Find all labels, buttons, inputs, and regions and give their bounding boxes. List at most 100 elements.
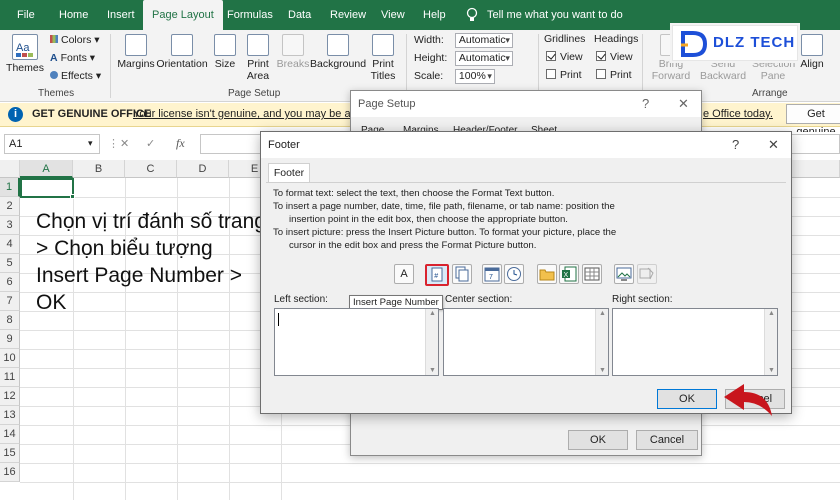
colors-button[interactable]: Colors ▾	[50, 34, 100, 46]
tab-home[interactable]: Home	[50, 0, 97, 30]
view-label: View	[610, 51, 633, 63]
tab-file[interactable]: File	[8, 0, 44, 30]
gridlines-view-checkbox[interactable]: View	[546, 51, 583, 63]
print-area-button[interactable]: Print Area	[242, 34, 274, 82]
margins-button[interactable]: Margins	[116, 34, 156, 70]
footer-close-icon[interactable]: ✕	[768, 137, 779, 153]
footer-help-icon[interactable]: ?	[732, 137, 739, 152]
right-section-label: Right section:	[612, 294, 673, 305]
row-header[interactable]: 8	[0, 311, 20, 330]
message-link[interactable]: Your license isn't genuine, and you may …	[133, 108, 382, 120]
tab-help[interactable]: Help	[414, 0, 455, 30]
tab-data[interactable]: Data	[279, 0, 320, 30]
row-header[interactable]: 13	[0, 406, 20, 425]
fonts-label: Fonts	[60, 52, 87, 64]
select-all-corner[interactable]	[0, 160, 20, 178]
insert-time-button[interactable]	[504, 264, 524, 284]
row-header[interactable]: 2	[0, 197, 20, 216]
tell-me-search[interactable]: Tell me what you want to do	[487, 0, 623, 30]
background-button[interactable]: Background	[310, 34, 366, 70]
row-header[interactable]: 1	[0, 178, 20, 197]
print-titles-icon	[372, 34, 394, 56]
get-genuine-button[interactable]: Get genuine	[786, 104, 840, 138]
row-header[interactable]: 9	[0, 330, 20, 349]
headings-print-checkbox[interactable]: Print	[596, 69, 632, 81]
row-header[interactable]: 5	[0, 254, 20, 273]
footer-ok-button[interactable]: OK	[657, 389, 717, 409]
row-header[interactable]: 15	[0, 444, 20, 463]
cancel-icon[interactable]: ✕	[120, 137, 129, 150]
footer-tab[interactable]: Footer	[268, 163, 310, 183]
tab-page-layout[interactable]: Page Layout	[143, 0, 223, 30]
group-separator	[538, 34, 539, 98]
headings-view-checkbox[interactable]: View	[596, 51, 633, 63]
insert-file-name-button[interactable]: X	[559, 264, 579, 284]
insert-file-path-button[interactable]	[537, 264, 557, 284]
row-header[interactable]: 11	[0, 368, 20, 387]
row-header[interactable]: 6	[0, 273, 20, 292]
orientation-button[interactable]: Orientation	[156, 34, 208, 70]
name-box[interactable]: A1	[4, 134, 100, 154]
row-header[interactable]: 4	[0, 235, 20, 254]
gridlines-print-checkbox[interactable]: Print	[546, 69, 582, 81]
enter-icon[interactable]: ✓	[146, 137, 155, 150]
row-header[interactable]: 3	[0, 216, 20, 235]
background-icon	[327, 34, 349, 56]
page-setup-close-icon[interactable]: ✕	[678, 96, 689, 112]
page-setup-help-icon[interactable]: ?	[642, 96, 649, 111]
row-header[interactable]: 14	[0, 425, 20, 444]
tab-formulas[interactable]: Formulas	[218, 0, 282, 30]
print-titles-button[interactable]: Print Titles	[368, 34, 398, 82]
instruction-line: To format text: select the text, then ch…	[273, 188, 555, 199]
align-button[interactable]: Align	[798, 34, 826, 70]
column-header-a[interactable]: A	[20, 160, 73, 178]
instruction-line: cursor in the edit box and press the For…	[289, 240, 537, 251]
tab-review[interactable]: Review	[321, 0, 375, 30]
text-cursor	[278, 313, 279, 326]
page-setup-ok-button[interactable]: OK	[568, 430, 628, 450]
column-header-b[interactable]: B	[73, 160, 125, 178]
format-picture-button[interactable]	[637, 264, 657, 284]
active-cell-a1[interactable]	[20, 178, 74, 198]
fx-icon[interactable]: fx	[176, 136, 185, 151]
height-row: Height: Automatic	[414, 51, 513, 66]
insert-sheet-name-button[interactable]	[582, 264, 602, 284]
height-label: Height:	[414, 52, 448, 65]
size-button[interactable]: Size	[210, 34, 240, 70]
row-header[interactable]: 10	[0, 349, 20, 368]
format-text-button[interactable]: A	[394, 264, 414, 284]
left-section-scrollbar[interactable]: ▲ ▼	[425, 309, 438, 375]
effects-button[interactable]: Effects ▾	[50, 70, 101, 82]
column-header-d[interactable]: D	[177, 160, 229, 178]
center-section-input[interactable]: ▲ ▼	[443, 308, 609, 376]
insert-picture-button[interactable]	[614, 264, 634, 284]
width-select[interactable]: Automatic	[454, 33, 513, 48]
height-select[interactable]: Automatic	[454, 51, 513, 66]
themes-button[interactable]: Aa Themes	[6, 34, 44, 74]
message-link-right[interactable]: e Office today.	[703, 108, 773, 120]
row-header[interactable]: 16	[0, 463, 20, 482]
page-setup-cancel-button[interactable]: Cancel	[636, 430, 698, 450]
fonts-button[interactable]: A Fonts ▾	[50, 52, 95, 64]
group-separator	[642, 34, 643, 98]
dlz-logo-icon	[681, 31, 708, 57]
insert-date-button[interactable]: 7	[482, 264, 502, 284]
svg-text:7: 7	[489, 274, 493, 281]
row-header[interactable]: 7	[0, 292, 20, 311]
center-section-scrollbar[interactable]: ▲ ▼	[595, 309, 608, 375]
right-section-scrollbar[interactable]: ▲ ▼	[764, 309, 777, 375]
scale-spinner[interactable]: 100%	[454, 69, 495, 84]
tab-insert[interactable]: Insert	[98, 0, 144, 30]
background-label: Background	[310, 58, 367, 70]
fill-handle[interactable]	[70, 194, 75, 199]
right-section-input[interactable]: ▲ ▼	[612, 308, 778, 376]
insert-number-of-pages-button[interactable]	[452, 264, 472, 284]
breaks-button[interactable]: Breaks	[276, 34, 310, 70]
width-row: Width: Automatic	[414, 33, 513, 48]
column-header-c[interactable]: C	[125, 160, 177, 178]
name-box-dropdown-icon[interactable]: ▾	[88, 138, 93, 149]
row-header[interactable]: 12	[0, 387, 20, 406]
tab-view[interactable]: View	[372, 0, 414, 30]
left-section-input[interactable]: ▲ ▼	[274, 308, 439, 376]
insert-page-number-button[interactable]: #	[425, 264, 449, 286]
